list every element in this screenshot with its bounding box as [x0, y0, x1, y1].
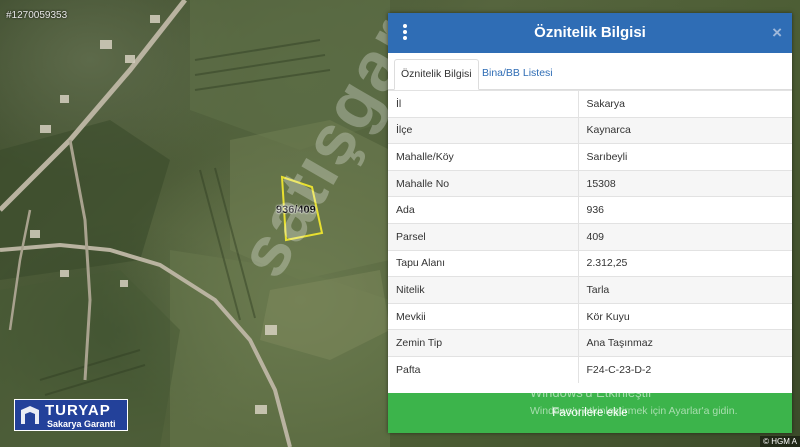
attr-value: 2.312,25 [578, 249, 792, 277]
panel-header: Öznitelik Bilgisi × [388, 13, 792, 53]
table-row: İl Sakarya [388, 90, 792, 118]
table-row: İlçe Kaynarca [388, 116, 792, 144]
attr-value: 936 [578, 196, 792, 224]
tab-attribute-info[interactable]: Öznitelik Bilgisi [394, 59, 479, 90]
table-row: Tapu Alanı 2.312,25 [388, 249, 792, 277]
table-row: Mahalle No 15308 [388, 169, 792, 197]
listing-id: #1270059353 [6, 10, 68, 21]
tab-building-list[interactable]: Bina/BB Listesi [476, 59, 559, 88]
attribute-panel: Öznitelik Bilgisi × Öznitelik Bilgisi Bi… [388, 13, 792, 433]
logo-subtitle: Sakarya Garanti [47, 419, 116, 429]
attribute-table: İl Sakarya İlçe Kaynarca Mahalle/Köy Sar… [388, 90, 792, 384]
table-row: Ada 936 [388, 196, 792, 224]
attr-key: Pafta [388, 355, 579, 384]
attr-key: Mevkii [388, 302, 579, 330]
attr-key: Mahalle/Köy [388, 143, 579, 171]
attr-value: Kaynarca [578, 116, 792, 144]
turyap-logo: TURYAP Sakarya Garanti [14, 399, 128, 431]
panel-tabs: Öznitelik Bilgisi Bina/BB Listesi [388, 53, 792, 90]
attr-value: F24-C-23-D-2 [578, 355, 792, 384]
turyap-logo-icon [21, 406, 39, 424]
attr-key: Nitelik [388, 276, 579, 304]
attr-value: Tarla [578, 276, 792, 304]
attr-value: Kör Kuyu [578, 302, 792, 330]
panel-title: Öznitelik Bilgisi [534, 24, 646, 41]
table-row: Parsel 409 [388, 222, 792, 251]
attr-key: Zemin Tip [388, 329, 579, 357]
map-attribution: © HGM A [760, 436, 800, 447]
close-icon[interactable]: × [772, 23, 782, 43]
attr-value: 409 [578, 222, 792, 251]
attr-value: 15308 [578, 169, 792, 197]
attr-key: Tapu Alanı [388, 249, 579, 277]
attr-key: İlçe [388, 116, 579, 144]
attr-key: Parsel [388, 222, 579, 251]
add-to-favorites-button[interactable]: Favorilere ekle [388, 393, 792, 433]
table-row: Mahalle/Köy Sarıbeyli [388, 143, 792, 171]
attr-key: İl [388, 90, 579, 118]
attr-value: Sarıbeyli [578, 143, 792, 171]
table-row: Nitelik Tarla [388, 276, 792, 304]
table-row: Pafta F24-C-23-D-2 [388, 355, 792, 384]
attr-value: Sakarya [578, 90, 792, 118]
logo-name: TURYAP [45, 402, 111, 419]
attr-key: Mahalle No [388, 169, 579, 197]
table-row: Zemin Tip Ana Taşınmaz [388, 329, 792, 357]
attr-key: Ada [388, 196, 579, 224]
attr-value: Ana Taşınmaz [578, 329, 792, 357]
table-row: Mevkii Kör Kuyu [388, 302, 792, 330]
